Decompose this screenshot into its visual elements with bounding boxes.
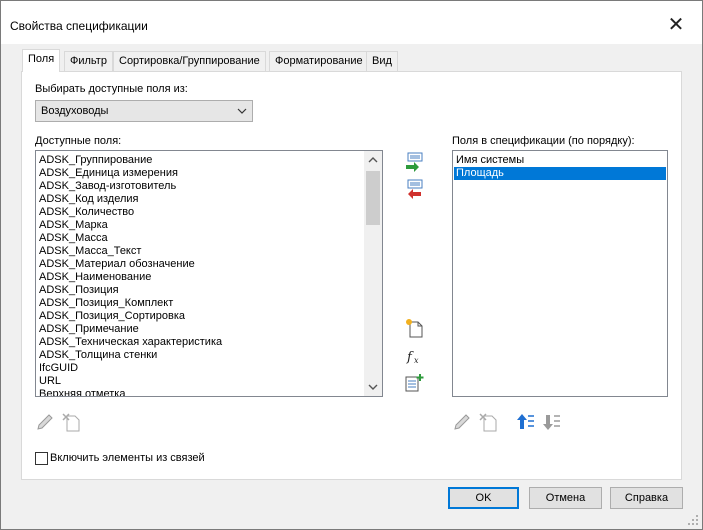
scroll-thumb[interactable] bbox=[366, 171, 380, 225]
tab-sorting-grouping[interactable]: Сортировка/Группирование bbox=[113, 51, 266, 71]
list-item[interactable]: IfcGUID bbox=[39, 362, 364, 375]
list-item[interactable]: ADSK_Масса_Текст bbox=[39, 245, 364, 258]
list-item[interactable]: ADSK_Код изделия bbox=[39, 193, 364, 206]
ok-button[interactable]: OK bbox=[448, 487, 519, 509]
chevron-down-icon bbox=[236, 103, 248, 119]
move-down-icon[interactable] bbox=[542, 412, 562, 432]
tab-filter[interactable]: Фильтр bbox=[64, 51, 113, 71]
cancel-button[interactable]: Отмена bbox=[529, 487, 602, 509]
list-item[interactable]: ADSK_Толщина стенки bbox=[39, 349, 364, 362]
edit-parameter-icon[interactable] bbox=[35, 412, 55, 432]
available-fields-label: Доступные поля: bbox=[35, 135, 122, 147]
list-item[interactable]: Верхняя отметка bbox=[39, 388, 364, 396]
list-item[interactable]: Имя системы bbox=[454, 154, 666, 167]
list-item[interactable]: ADSK_Марка bbox=[39, 219, 364, 232]
resize-grip-icon[interactable] bbox=[686, 513, 700, 527]
list-item-selected[interactable]: Площадь bbox=[454, 167, 666, 180]
available-fields-list[interactable]: ADSK_Группирование ADSK_Единица измерени… bbox=[35, 150, 383, 397]
schedule-fields-label: Поля в спецификации (по порядку): bbox=[452, 135, 635, 147]
svg-text:x: x bbox=[414, 356, 419, 365]
delete-field-icon[interactable] bbox=[478, 412, 498, 432]
title-bar[interactable]: Свойства спецификации ✕ bbox=[1, 1, 702, 44]
list-item[interactable]: ADSK_Позиция_Сортировка bbox=[39, 310, 364, 323]
delete-parameter-icon[interactable] bbox=[61, 412, 81, 432]
include-links-label: Включить элементы из связей bbox=[50, 452, 205, 464]
formula-icon[interactable]: f x bbox=[404, 346, 424, 366]
list-item[interactable]: ADSK_Группирование bbox=[39, 154, 364, 167]
remove-field-icon[interactable] bbox=[404, 179, 424, 199]
list-item[interactable]: ADSK_Масса bbox=[39, 232, 364, 245]
tab-view[interactable]: Вид bbox=[366, 51, 398, 71]
list-item[interactable]: ADSK_Техническая характеристика bbox=[39, 336, 364, 349]
source-select-value: Воздуховоды bbox=[41, 105, 109, 117]
scroll-down-icon[interactable] bbox=[364, 380, 382, 394]
source-label: Выбирать доступные поля из: bbox=[35, 83, 188, 95]
help-button[interactable]: Справка bbox=[610, 487, 683, 509]
list-item[interactable]: ADSK_Примечание bbox=[39, 323, 364, 336]
close-icon[interactable]: ✕ bbox=[665, 15, 687, 37]
source-select[interactable]: Воздуховоды bbox=[35, 100, 253, 122]
list-item[interactable]: ADSK_Единица измерения bbox=[39, 167, 364, 180]
move-up-icon[interactable] bbox=[516, 412, 536, 432]
svg-text:f: f bbox=[406, 350, 414, 365]
schedule-fields-list[interactable]: Имя системы Площадь bbox=[452, 150, 668, 397]
include-links-checkbox[interactable] bbox=[35, 452, 48, 465]
new-parameter-icon[interactable] bbox=[404, 318, 424, 338]
tab-fields[interactable]: Поля bbox=[22, 49, 61, 72]
list-item[interactable]: ADSK_Позиция_Комплект bbox=[39, 297, 364, 310]
window-title: Свойства спецификации bbox=[10, 19, 148, 33]
combine-parameters-icon[interactable] bbox=[404, 373, 424, 393]
list-item[interactable]: ADSK_Наименование bbox=[39, 271, 364, 284]
list-item[interactable]: ADSK_Завод-изготовитель bbox=[39, 180, 364, 193]
vertical-scrollbar[interactable] bbox=[364, 151, 382, 396]
list-item[interactable]: ADSK_Количество bbox=[39, 206, 364, 219]
add-field-icon[interactable] bbox=[404, 152, 424, 172]
edit-field-icon[interactable] bbox=[452, 412, 472, 432]
list-item[interactable]: URL bbox=[39, 375, 364, 388]
list-item[interactable]: ADSK_Материал обозначение bbox=[39, 258, 364, 271]
tab-formatting[interactable]: Форматирование bbox=[269, 51, 369, 71]
scroll-up-icon[interactable] bbox=[364, 153, 382, 167]
list-item[interactable]: ADSK_Позиция bbox=[39, 284, 364, 297]
